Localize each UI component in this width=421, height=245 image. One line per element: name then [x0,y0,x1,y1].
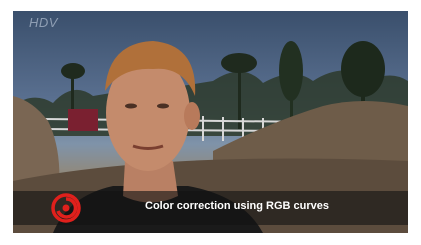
person-eye-left [125,103,137,109]
hdv-watermark: HDV [29,15,58,30]
red-banner [68,109,98,131]
red-swirl-logo-icon [51,193,81,223]
caption-text: Color correction using RGB curves [145,200,329,212]
caption-bar: Color correction using RGB curves [13,191,408,225]
video-frame: HDV Color correction using RGB curves [0,0,421,245]
person-ear [184,102,200,130]
video-still: HDV Color correction using RGB curves [13,11,408,233]
person-eye-right [157,103,169,109]
